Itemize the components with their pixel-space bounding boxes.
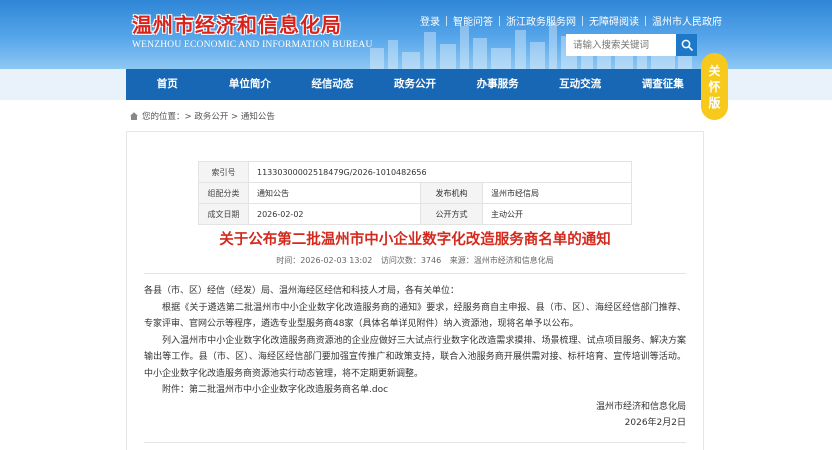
care-mode-button[interactable]: 关 怀 版 (701, 53, 728, 120)
publisher-label: 发布机构 (420, 182, 483, 204)
nav-services[interactable]: 办事服务 (456, 69, 539, 100)
category-value: 通知公告 (248, 182, 421, 204)
wenzhou-gov-link[interactable]: 温州市人民政府 (646, 13, 728, 28)
search-input[interactable] (566, 34, 676, 56)
care-mode-char: 怀 (708, 79, 721, 94)
salutation: 各县（市、区）经信（经发）局、温州海经区经信和科技人才局，各有关单位： (144, 286, 460, 296)
nav-survey[interactable]: 调查征集 (621, 69, 704, 100)
nav-news[interactable]: 经信动态 (291, 69, 374, 100)
index-value: 11330300002518479G/2026-1010482656 (248, 161, 632, 183)
signature: 温州市经济和信息化局 (595, 401, 686, 412)
zhejiang-gov-service-link[interactable]: 浙江政务服务网 (500, 13, 582, 28)
visit-count: 访问次数：3746 (380, 256, 442, 265)
document-meta-table: 索引号 11330300002518479G/2026-1010482656 组… (198, 161, 632, 225)
article-title: 关于公布第二批温州市中小企业数字化改造服务商名单的通知 (219, 232, 611, 248)
care-mode-char: 版 (708, 95, 721, 110)
mode-label: 公开方式 (420, 203, 483, 225)
breadcrumb-label: 您的位置： (142, 112, 185, 122)
index-label: 索引号 (198, 161, 249, 183)
nav-unit-intro[interactable]: 单位简介 (209, 69, 292, 100)
main-nav: 首页 单位简介 经信动态 政务公开 办事服务 互动交流 调查征集 (126, 69, 704, 100)
nav-gov-affairs[interactable]: 政务公开 (374, 69, 457, 100)
breadcrumb: 您的位置： > 政务公开 > 通知公告 (129, 110, 275, 122)
search-button[interactable] (676, 34, 697, 56)
site-logo-title[interactable]: 温州市经济和信息化局 (132, 9, 342, 38)
mode-value: 主动公开 (482, 203, 632, 225)
article-source: 来源：温州市经济和信息化局 (449, 256, 554, 265)
body-paragraph: 列入温州市中小企业数字化改造服务商资源池的企业应做好三大试点行业数字化改造需求摸… (144, 335, 686, 379)
breadcrumb-path[interactable]: > 政务公开 > 通知公告 (185, 110, 275, 122)
top-links-bar: 登录 智能问答 浙江政务服务网 无障碍阅读 温州市人民政府 (414, 13, 728, 28)
accessible-reading-link[interactable]: 无障碍阅读 (583, 13, 645, 28)
article-info: 时间：2026-02-03 13:02 访问次数：3746 来源：温州市经济和信… (126, 255, 704, 266)
nav-band-left (0, 69, 126, 100)
footer-divider (144, 442, 686, 443)
login-link[interactable]: 登录 (414, 13, 446, 28)
sign-date: 2026年2月2日 (624, 418, 686, 428)
nav-interaction[interactable]: 互动交流 (539, 69, 622, 100)
search-icon (681, 39, 693, 51)
article-body: 各县（市、区）经信（经发）局、温州海经区经信和科技人才局，各有关单位： 根据《关… (144, 283, 686, 432)
home-icon (130, 112, 138, 120)
site-search (566, 34, 697, 56)
smart-qa-link[interactable]: 智能问答 (447, 13, 499, 28)
publisher-value: 温州市经信局 (482, 182, 632, 204)
nav-home[interactable]: 首页 (126, 69, 209, 100)
category-label: 组配分类 (198, 182, 249, 204)
body-paragraph: 根据《关于遴选第二批温州市中小企业数字化改造服务商的通知》要求，经服务商自主申报… (144, 302, 686, 330)
site-logo-english: WENZHOU ECONOMIC AND INFORMATION BUREAU (132, 40, 373, 50)
title-divider (144, 273, 686, 274)
publish-time: 时间：2026-02-03 13:02 (276, 256, 373, 265)
date-value: 2026-02-02 (248, 203, 421, 225)
care-mode-char: 关 (708, 63, 721, 78)
date-label: 成文日期 (198, 203, 249, 225)
attachment-link[interactable]: 附件：第二批温州市中小企业数字化改造服务商名单.doc (144, 382, 686, 399)
